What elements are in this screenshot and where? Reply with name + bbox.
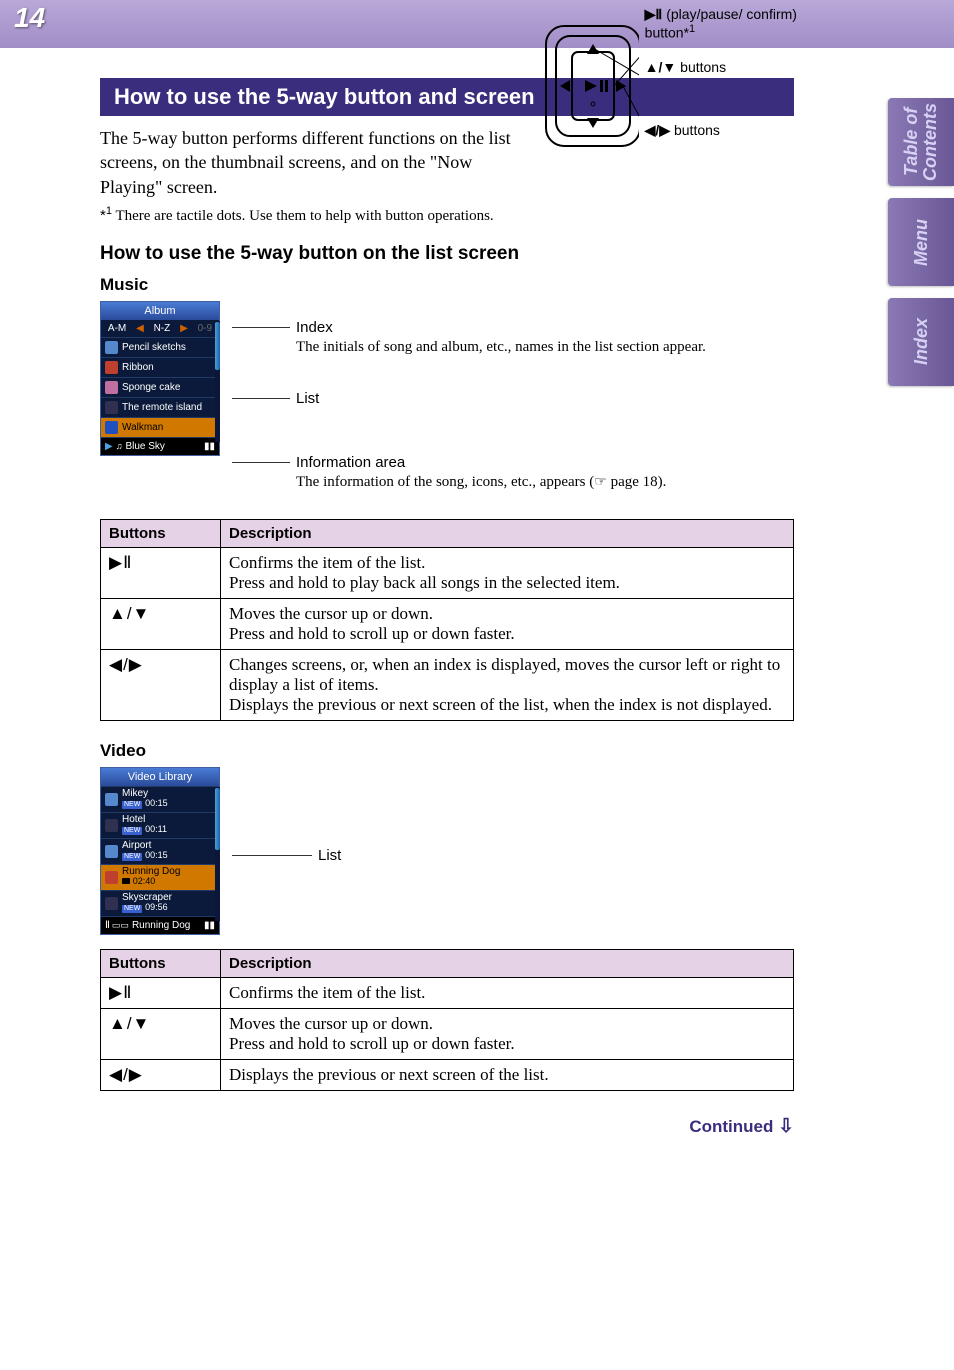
table-row: ▲/▼ Moves the cursor up or down. Press a… (101, 598, 794, 649)
annotation-info-area: Information area The information of the … (232, 454, 794, 491)
continued-indicator: Continued ⇩ (100, 1115, 794, 1138)
list-item: MikeyNEW 00:15 (101, 786, 219, 812)
music-buttons-table: Buttons Description ▶Ⅱ Confirms the item… (100, 519, 794, 721)
up-down-icon: ▲/▼ (645, 59, 677, 76)
play-pause-icon: ▶Ⅱ (109, 553, 132, 572)
table-row: ◀/▶ Changes screens, or, when an index i… (101, 649, 794, 720)
video-screen-header: Video Library (101, 768, 219, 786)
table-row: ◀/▶ Displays the previous or next screen… (101, 1059, 794, 1090)
video-list-screen: Video Library MikeyNEW 00:15 HotelNEW 00… (100, 767, 220, 935)
annotation-list: List (232, 390, 794, 408)
left-right-icon: ◀/▶ (109, 1065, 143, 1084)
tab-table-of-contents[interactable]: Table of Contents (888, 98, 954, 186)
col-description: Description (221, 519, 794, 547)
subheading-list-screen: How to use the 5-way button on the list … (100, 243, 794, 265)
video-screenshot-block: Video Library MikeyNEW 00:15 HotelNEW 00… (100, 767, 794, 935)
tab-index[interactable]: Index (888, 298, 954, 386)
video-heading: Video (100, 741, 794, 761)
list-item: The remote island (101, 397, 219, 417)
list-item: Sponge cake (101, 377, 219, 397)
pointer-icon: ☞ (594, 475, 607, 490)
table-row: ▶Ⅱ Confirms the item of the list. Press … (101, 547, 794, 598)
play-pause-icon: ▶Ⅱ (645, 6, 663, 23)
table-row: ▶Ⅱ Confirms the item of the list. (101, 977, 794, 1008)
page-number: 14 (14, 2, 45, 34)
list-item: Pencil sketchs (101, 337, 219, 357)
callout-play-pause: ▶Ⅱ (play/pause/ confirm) button*1 (645, 6, 818, 41)
battery-icon: ▮▮ (204, 920, 215, 931)
music-note-icon: ♫ (116, 441, 123, 451)
pause-icon: Ⅱ (105, 920, 109, 931)
annotation-video-list: List (232, 847, 794, 865)
music-heading: Music (100, 275, 794, 295)
tab-menu[interactable]: Menu (888, 198, 954, 286)
music-info-area: ▶ ♫ Blue Sky ▮▮ (101, 437, 219, 455)
up-down-icon: ▲/▼ (109, 1014, 150, 1033)
five-way-button-illustration (538, 6, 639, 166)
music-list-screen: Album A-M ◀ N-Z ▶ 0-9 Pencil sketchs Rib… (100, 301, 220, 456)
footnote-sup: 1 (106, 205, 112, 217)
list-item-selected: Running Dog 02:40 (101, 864, 219, 890)
side-tabs: Table of Contents Menu Index (888, 98, 954, 398)
callout-left-right: ◀/▶ buttons (645, 122, 818, 139)
music-screen-header: Album (101, 302, 219, 320)
continued-arrow-icon: ⇩ (778, 1116, 794, 1137)
left-right-icon: ◀/▶ (645, 122, 670, 139)
video-buttons-table: Buttons Description ▶Ⅱ Confirms the item… (100, 949, 794, 1091)
device-diagram: ▶Ⅱ (play/pause/ confirm) button*1 ▲/▼ bu… (538, 6, 818, 166)
battery-icon: ▮▮ (204, 441, 215, 452)
video-info-area: Ⅱ ▭▭ Running Dog ▮▮ (101, 916, 219, 934)
intro-paragraph: The 5-way button performs different func… (100, 126, 530, 199)
list-item: AirportNEW 00:15 (101, 838, 219, 864)
list-item: HotelNEW 00:11 (101, 812, 219, 838)
list-item-selected: Walkman (101, 417, 219, 437)
col-description: Description (221, 949, 794, 977)
music-screen-index: A-M ◀ N-Z ▶ 0-9 (101, 320, 219, 337)
col-buttons: Buttons (101, 949, 221, 977)
music-screenshot-block: Album A-M ◀ N-Z ▶ 0-9 Pencil sketchs Rib… (100, 301, 794, 505)
play-pause-icon: ▶Ⅱ (109, 983, 132, 1002)
left-right-icon: ◀/▶ (109, 655, 143, 674)
list-item: SkyscraperNEW 09:56 (101, 890, 219, 916)
col-buttons: Buttons (101, 519, 221, 547)
film-icon: ▭▭ (112, 920, 129, 931)
footnote: *1 There are tactile dots. Use them to h… (100, 205, 530, 225)
callout-up-down: ▲/▼ buttons (645, 59, 818, 76)
up-down-icon: ▲/▼ (109, 604, 150, 623)
list-item: Ribbon (101, 357, 219, 377)
annotation-index: Index The initials of song and album, et… (232, 319, 794, 356)
table-row: ▲/▼ Moves the cursor up or down. Press a… (101, 1008, 794, 1059)
